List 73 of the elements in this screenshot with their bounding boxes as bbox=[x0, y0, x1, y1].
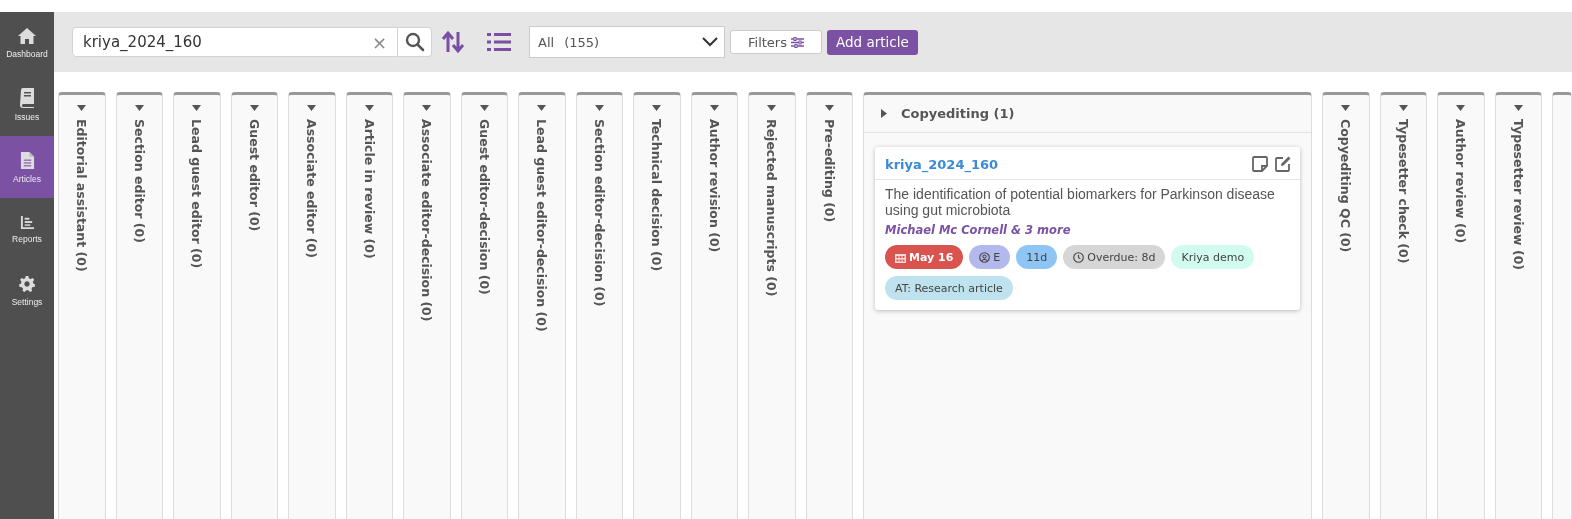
stage-column[interactable]: Copyediting QC (0) bbox=[1322, 92, 1370, 519]
caret-down-icon bbox=[652, 105, 662, 111]
stage-column[interactable]: Author review (0) bbox=[1437, 92, 1485, 519]
stage-column[interactable]: Section editor (0) bbox=[115, 92, 163, 519]
stage-column[interactable]: Pre-editing (0) bbox=[805, 92, 853, 519]
caret-down-icon bbox=[364, 105, 374, 111]
article-title: The identification of potential biomarkers for Parkinson disease using gut microbiota bbox=[885, 186, 1276, 218]
overdue-tag: Overdue: 8d bbox=[1063, 245, 1166, 269]
caret-down-icon bbox=[422, 105, 432, 111]
stage-column[interactable]: Guest editor-decision (0) bbox=[460, 92, 508, 519]
user-icon bbox=[979, 251, 991, 263]
stage-column[interactable]: Typesetter review (0) bbox=[1494, 92, 1542, 519]
sliders-icon bbox=[791, 36, 804, 48]
article-card[interactable]: kriya_2024_160 The identification of potential biomarkers for Parkinson disease using gut microbiota Michael Mc Cornell & 3 more May 16 E 11d Overdue: 8d Kriya demo AT: Research article bbox=[875, 147, 1300, 310]
assignee-tag: E bbox=[969, 245, 1011, 269]
caret-down-icon bbox=[594, 105, 604, 111]
stage-column[interactable]: Lead guest editor (0) bbox=[173, 92, 221, 519]
stage-column[interactable]: Section editor-decision (0) bbox=[575, 92, 623, 519]
filter-dropdown[interactable]: All (155) bbox=[529, 26, 725, 58]
stage-column[interactable]: Editorial assistant (0) bbox=[58, 92, 106, 519]
stage-column[interactable]: Guest editor (0) bbox=[230, 92, 278, 519]
caret-down-icon bbox=[709, 105, 719, 111]
clear-button[interactable]: × bbox=[371, 31, 389, 53]
caret-down-icon bbox=[134, 105, 144, 111]
add-article-button[interactable]: Add article bbox=[827, 29, 918, 55]
caret-down-icon bbox=[824, 105, 834, 111]
caret-down-icon bbox=[1513, 105, 1523, 111]
caret-right-icon bbox=[881, 109, 887, 118]
calendar-icon bbox=[895, 251, 906, 263]
caret-down-icon bbox=[1456, 105, 1466, 111]
chart-icon bbox=[19, 214, 35, 230]
caret-down-icon bbox=[249, 105, 259, 111]
stage-column[interactable]: Associate editor-decision (0) bbox=[403, 92, 451, 519]
stage-column[interactable]: Typesetter check (0) bbox=[1379, 92, 1427, 519]
sort-icon[interactable] bbox=[441, 30, 465, 54]
search-field[interactable]: kriya_2024_160 × bbox=[72, 27, 398, 57]
chevron-down-icon bbox=[702, 37, 718, 47]
author-names: Michael Mc Cornell & 3 more bbox=[885, 223, 1072, 237]
stage-column[interactable]: Author revision (0) bbox=[690, 92, 738, 519]
stage-column[interactable]: Rejected manuscripts (0) bbox=[748, 92, 796, 519]
filters-button[interactable]: Filters bbox=[730, 30, 822, 54]
caret-down-icon bbox=[1341, 105, 1351, 111]
clock-icon bbox=[1073, 251, 1085, 263]
stage-column[interactable]: Lead guest editor-decision (0) bbox=[518, 92, 566, 519]
stage-column[interactable]: Article in review (0) bbox=[345, 92, 393, 519]
caret-down-icon bbox=[192, 105, 202, 111]
edit-icon[interactable] bbox=[1274, 155, 1292, 173]
list-icon[interactable] bbox=[487, 32, 511, 52]
document-icon bbox=[19, 150, 35, 170]
nav-item[interactable]: Dashboard bbox=[0, 12, 54, 74]
caret-down-icon bbox=[77, 105, 87, 111]
tag: Kriya demo bbox=[1171, 245, 1255, 269]
stage-column[interactable]: Technical decision (0) bbox=[633, 92, 681, 519]
caret-down-icon bbox=[1398, 105, 1408, 111]
tag: 11d bbox=[1016, 245, 1058, 269]
tag: AT: Research article bbox=[885, 276, 1013, 300]
due-date-tag: May 16 bbox=[885, 245, 964, 269]
stage-column[interactable]: Associate editor (0) bbox=[288, 92, 336, 519]
caret-down-icon bbox=[479, 105, 489, 111]
settings-icon bbox=[18, 275, 36, 293]
caret-down-icon bbox=[767, 105, 777, 111]
caret-down-icon bbox=[537, 105, 547, 111]
article-id-link[interactable]: kriya_2024_160 bbox=[885, 156, 999, 172]
column-header[interactable]: Copyediting (1) bbox=[864, 95, 1311, 133]
nav-item[interactable]: Articles bbox=[0, 136, 54, 198]
nav-item[interactable]: Settings bbox=[0, 260, 54, 322]
nav-item[interactable]: Issues bbox=[0, 74, 54, 136]
book-icon bbox=[19, 88, 35, 108]
caret-down-icon bbox=[307, 105, 317, 111]
home-icon bbox=[17, 27, 37, 45]
search-button[interactable] bbox=[398, 27, 432, 57]
nav-item[interactable]: Reports bbox=[0, 198, 54, 260]
note-icon[interactable] bbox=[1251, 155, 1269, 173]
